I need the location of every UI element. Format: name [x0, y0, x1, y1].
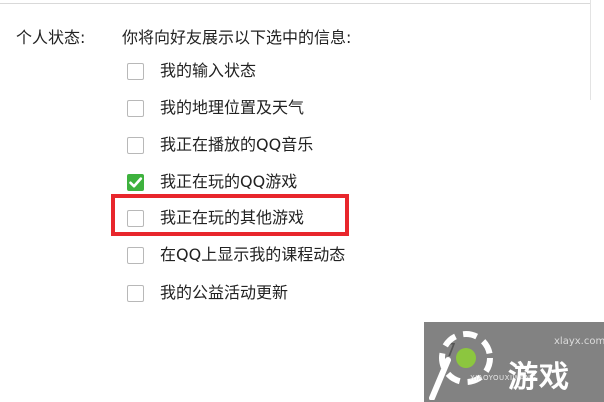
checkbox-location-weather[interactable] — [127, 99, 144, 117]
watermark-url: xlayx.com — [554, 336, 604, 347]
option-label: 我的输入状态 — [160, 61, 257, 80]
personal-status-label: 个人状态: — [16, 28, 86, 47]
highlight-box — [111, 194, 349, 236]
checkbox-input-status[interactable] — [127, 62, 144, 80]
option-location-weather[interactable]: 我的地理位置及天气 — [127, 96, 304, 120]
personal-status-description: 你将向好友展示以下选中的信息: — [122, 28, 352, 47]
option-label: 我的地理位置及天气 — [160, 98, 305, 117]
right-divider — [590, 0, 591, 100]
checkbox-qq-music[interactable] — [127, 136, 144, 154]
checkbox-qq-game[interactable] — [127, 173, 144, 191]
option-label: 在QQ上显示我的课程动态 — [160, 245, 346, 264]
watermark: xlayx.com XIAOYOUXIWANG 游戏 — [424, 322, 604, 402]
checkbox-course-updates[interactable] — [127, 246, 144, 264]
option-input-status[interactable]: 我的输入状态 — [127, 59, 256, 83]
option-course-updates[interactable]: 在QQ上显示我的课程动态 — [127, 243, 345, 267]
option-charity-updates[interactable]: 我的公益活动更新 — [127, 281, 288, 305]
watermark-logo-icon — [429, 331, 493, 400]
watermark-text: 游戏 — [508, 360, 570, 395]
option-qq-game[interactable]: 我正在玩的QQ游戏 — [127, 170, 297, 194]
checkbox-charity-updates[interactable] — [127, 284, 144, 302]
option-label: 我正在播放的QQ音乐 — [160, 135, 314, 154]
option-label: 我的公益活动更新 — [160, 283, 289, 302]
option-qq-music[interactable]: 我正在播放的QQ音乐 — [127, 133, 313, 157]
option-label: 我正在玩的QQ游戏 — [160, 172, 298, 191]
checkmark-icon — [129, 176, 143, 187]
top-divider — [0, 0, 590, 4]
